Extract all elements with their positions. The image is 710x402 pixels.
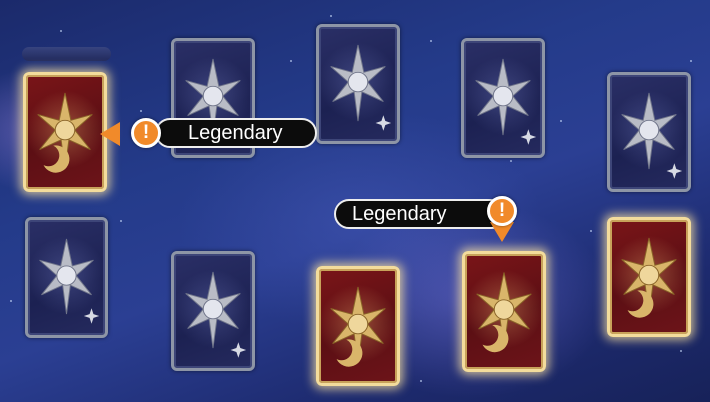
sun-star-emblem-icon (330, 44, 392, 131)
sun-star-emblem-icon (475, 58, 537, 145)
legendary-label: Legendary (334, 199, 506, 229)
card-r1c4[interactable] (461, 38, 545, 158)
sun-star-emblem-icon (37, 92, 93, 173)
exclamation-icon: ! (487, 196, 517, 226)
callout-pointer (100, 122, 120, 146)
card-r2c2[interactable] (171, 251, 255, 371)
card-r2c1[interactable] (25, 217, 108, 338)
card-r1c1[interactable] (23, 72, 107, 192)
card-r1c3[interactable] (316, 24, 400, 144)
sun-star-emblem-icon (621, 237, 677, 318)
sun-star-emblem-icon (330, 286, 386, 367)
card-r2c3[interactable] (316, 266, 400, 386)
sun-star-emblem-icon (185, 271, 247, 358)
sun-star-emblem-icon (39, 238, 100, 324)
sun-star-emblem-icon (621, 92, 683, 179)
card-selection-indicator (22, 47, 111, 61)
exclamation-icon: ! (131, 118, 161, 148)
legendary-label: Legendary (155, 118, 317, 148)
card-r2c5[interactable] (607, 217, 691, 337)
sun-star-emblem-icon (476, 272, 532, 353)
card-r1c5[interactable] (607, 72, 691, 192)
card-r2c4[interactable] (462, 251, 546, 372)
